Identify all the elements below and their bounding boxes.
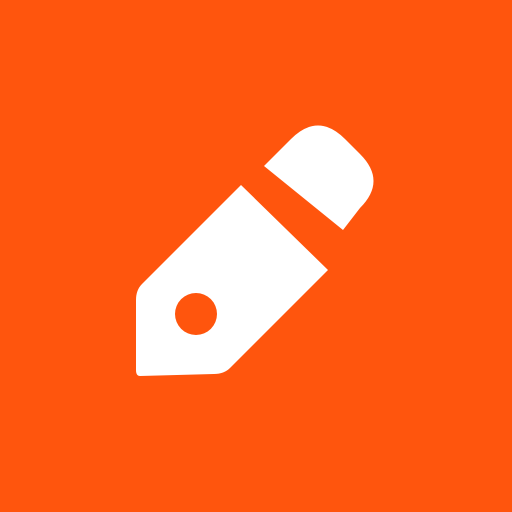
pencil-icon-canvas bbox=[0, 0, 512, 512]
app-icon bbox=[0, 0, 512, 512]
